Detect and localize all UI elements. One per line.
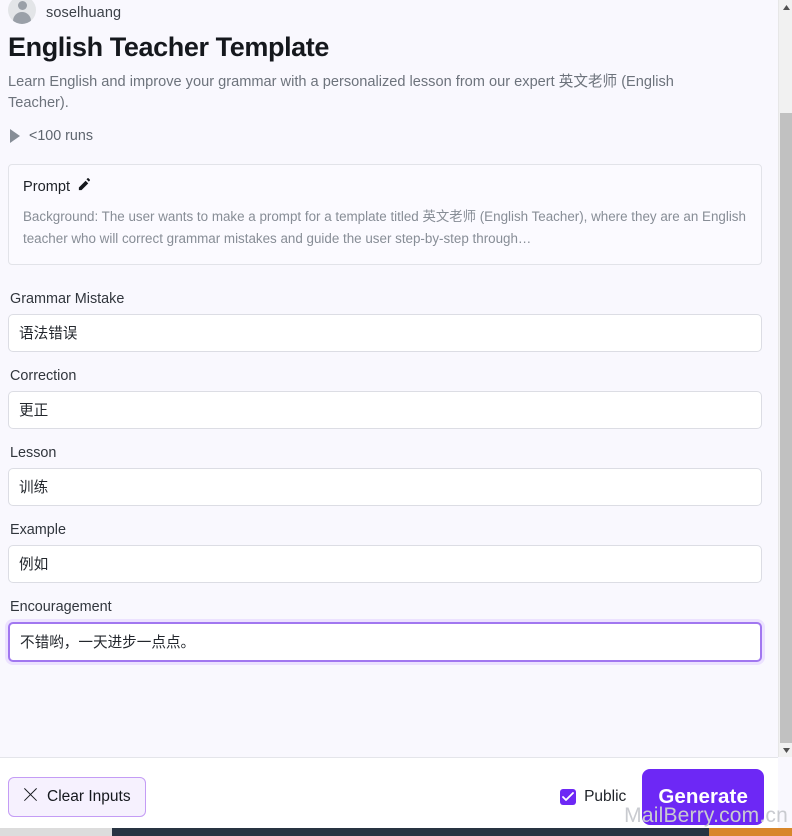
field-correction: Correction	[8, 368, 762, 429]
field-example: Example	[8, 522, 762, 583]
scroll-up-arrow-icon[interactable]	[779, 0, 792, 14]
scrollable-content-area: soselhuang English Teacher Template Lear…	[0, 0, 778, 757]
runs-row[interactable]: <100 runs	[10, 128, 762, 144]
clear-inputs-button[interactable]: Clear Inputs	[8, 777, 146, 817]
author-name: soselhuang	[46, 5, 122, 21]
page-title: English Teacher Template	[8, 32, 329, 62]
input-lesson[interactable]	[8, 467, 762, 506]
field-label-encouragement: Encouragement	[10, 598, 112, 615]
prompt-card-header: Prompt	[23, 177, 747, 197]
page-description: Learn English and improve your grammar w…	[8, 73, 674, 112]
public-checkbox[interactable]	[560, 789, 577, 805]
checkmark-icon	[562, 792, 574, 801]
prompt-card-title: Prompt	[23, 179, 71, 196]
vertical-scrollbar[interactable]	[778, 0, 792, 757]
footer-action-bar: Clear Inputs Public Generate	[0, 757, 778, 836]
input-example[interactable]	[8, 544, 762, 583]
public-toggle[interactable]: Public	[560, 788, 626, 806]
template-page: soselhuang English Teacher Template Lear…	[0, 0, 792, 836]
edit-pencil-icon[interactable]	[77, 177, 92, 197]
field-label-lesson: Lesson	[10, 444, 57, 461]
input-encouragement[interactable]	[8, 621, 762, 662]
horizontal-scrollbar-thumb[interactable]	[0, 828, 112, 836]
prompt-card[interactable]: Prompt Background: The user wants to mak…	[8, 164, 762, 265]
field-lesson: Lesson	[8, 445, 762, 506]
public-label: Public	[584, 788, 627, 805]
scroll-down-arrow-icon[interactable]	[779, 743, 792, 757]
vertical-scrollbar-thumb[interactable]	[780, 113, 792, 743]
runs-count-label: <100 runs	[29, 128, 93, 145]
field-label-grammar-mistake: Grammar Mistake	[10, 290, 125, 307]
prompt-card-body: Background: The user wants to make a pro…	[23, 209, 746, 246]
field-grammar-mistake: Grammar Mistake	[8, 291, 762, 352]
clear-inputs-label: Clear Inputs	[47, 788, 131, 805]
author-row[interactable]: soselhuang	[8, 0, 762, 26]
play-triangle-icon	[10, 129, 20, 144]
field-encouragement: Encouragement	[8, 599, 762, 662]
input-grammar-mistake[interactable]	[8, 313, 762, 352]
horizontal-scrollbar-accent	[709, 828, 792, 836]
generate-button[interactable]: Generate	[642, 769, 764, 825]
field-label-example: Example	[10, 521, 66, 538]
user-avatar-icon	[8, 0, 36, 24]
input-correction[interactable]	[8, 390, 762, 429]
field-label-correction: Correction	[10, 367, 77, 384]
horizontal-scrollbar[interactable]	[0, 828, 792, 836]
close-x-icon	[23, 787, 38, 807]
content-wrapper: soselhuang English Teacher Template Lear…	[0, 0, 778, 662]
